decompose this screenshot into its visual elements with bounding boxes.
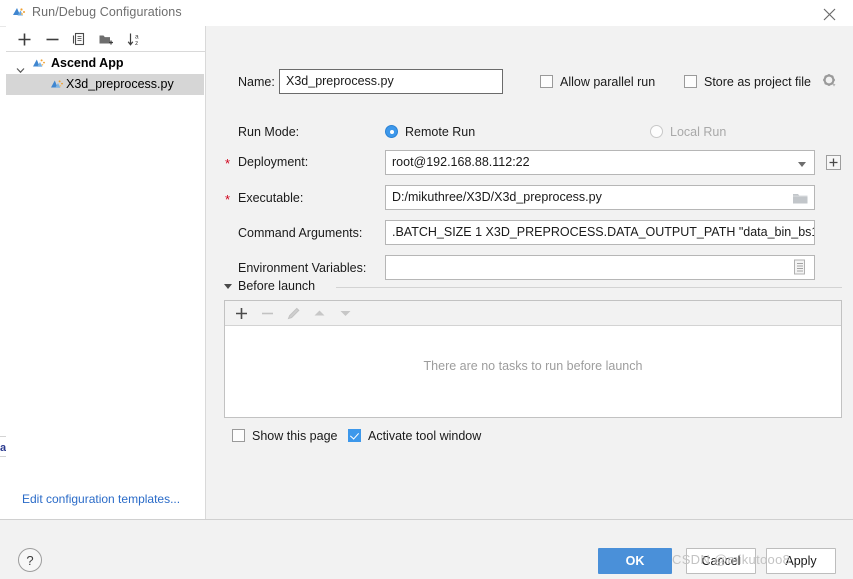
executable-label: Executable: [238, 191, 304, 205]
dialog-title: Run/Debug Configurations [32, 5, 182, 19]
folder-browse-icon[interactable] [792, 191, 809, 208]
tree-group-ascend-app[interactable]: Ascend App [6, 53, 204, 74]
before-launch-toolbar [225, 301, 841, 326]
configurations-tree: Ascend App X3d_preprocess.py [6, 53, 204, 479]
configurations-toolbar: a z [6, 26, 205, 52]
dialog-titlebar: Run/Debug Configurations [0, 0, 853, 27]
tree-group-label: Ascend App [51, 56, 124, 70]
run-mode-local-radio [650, 125, 663, 138]
run-mode-remote-radio[interactable] [385, 125, 398, 138]
add-task-button[interactable] [231, 303, 252, 324]
chevron-down-icon[interactable] [16, 60, 25, 74]
move-task-down-button [335, 303, 356, 324]
store-as-project-file-checkbox[interactable] [684, 75, 697, 88]
before-launch-tasks-box: There are no tasks to run before launch [224, 300, 842, 418]
deployment-required-marker: * [225, 156, 231, 171]
close-icon[interactable] [807, 0, 853, 26]
environment-variables-label: Environment Variables: [238, 261, 367, 275]
before-launch-header[interactable]: Before launch [224, 279, 842, 295]
run-mode-label: Run Mode: [238, 125, 300, 139]
chevron-down-icon[interactable] [798, 162, 806, 167]
ascend-app-icon [32, 57, 46, 71]
tree-item-label: X3d_preprocess.py [66, 77, 174, 91]
remove-task-button [257, 303, 278, 324]
cancel-button[interactable]: Cancel [686, 548, 756, 574]
executable-input[interactable]: D:/mikuthree/X3D/X3d_preprocess.py [385, 185, 815, 210]
ascend-app-icon [50, 78, 64, 92]
gear-icon[interactable] [822, 73, 839, 90]
svg-text:z: z [135, 40, 138, 47]
add-deployment-icon[interactable] [825, 154, 842, 171]
name-label: Name: [238, 75, 275, 89]
show-this-page-checkbox[interactable] [232, 429, 245, 442]
move-task-up-button [309, 303, 330, 324]
help-button[interactable]: ? [18, 548, 42, 572]
deployment-value: root@192.168.88.112:22 [392, 155, 530, 169]
configurations-panel: a z Ascend App X3d_preprocess.py Edit co… [6, 26, 206, 519]
run-debug-configurations-dialog: ai Run/Debug Configurations [0, 0, 853, 579]
section-divider [336, 287, 842, 288]
executable-value: D:/mikuthree/X3D/X3d_preprocess.py [392, 190, 602, 204]
tree-item-x3d-preprocess[interactable]: X3d_preprocess.py [6, 74, 204, 95]
remove-configuration-button[interactable] [42, 29, 63, 50]
run-mode-remote-label[interactable]: Remote Run [405, 125, 475, 139]
edit-task-button [283, 303, 304, 324]
show-this-page-label[interactable]: Show this page [252, 429, 337, 443]
move-into-folder-button[interactable] [96, 29, 117, 50]
executable-required-marker: * [225, 192, 231, 207]
run-mode-local-label: Local Run [670, 125, 727, 139]
ok-button[interactable]: OK [598, 548, 672, 574]
list-editor-icon[interactable] [793, 259, 810, 276]
allow-parallel-run-label[interactable]: Allow parallel run [560, 75, 655, 89]
before-launch-title: Before launch [238, 279, 316, 293]
allow-parallel-run-checkbox[interactable] [540, 75, 553, 88]
command-arguments-label: Command Arguments: [238, 226, 363, 240]
ascend-app-icon [12, 6, 26, 20]
deployment-combobox[interactable]: root@192.168.88.112:22 [385, 150, 815, 175]
before-launch-empty-message: There are no tasks to run before launch [423, 359, 643, 373]
configuration-form: Name: X3d_preprocess.py Allow parallel r… [206, 26, 853, 519]
apply-button[interactable]: Apply [766, 548, 836, 574]
triangle-down-icon[interactable] [224, 284, 232, 289]
sort-configurations-button[interactable]: a z [125, 29, 146, 50]
environment-variables-input[interactable] [385, 255, 815, 280]
deployment-label: Deployment: [238, 155, 309, 169]
store-as-project-file-label[interactable]: Store as project file [704, 75, 811, 89]
edit-configuration-templates-link[interactable]: Edit configuration templates... [22, 492, 180, 506]
activate-tool-window-checkbox[interactable] [348, 429, 361, 442]
copy-configuration-button[interactable] [69, 29, 90, 50]
name-input[interactable]: X3d_preprocess.py [279, 69, 503, 94]
command-arguments-input[interactable]: .BATCH_SIZE 1 X3D_PREPROCESS.DATA_OUTPUT… [385, 220, 815, 245]
activate-tool-window-label[interactable]: Activate tool window [368, 429, 481, 443]
add-configuration-button[interactable] [14, 29, 35, 50]
dialog-frame: Run/Debug Configurations a z Ascend App … [0, 0, 853, 579]
